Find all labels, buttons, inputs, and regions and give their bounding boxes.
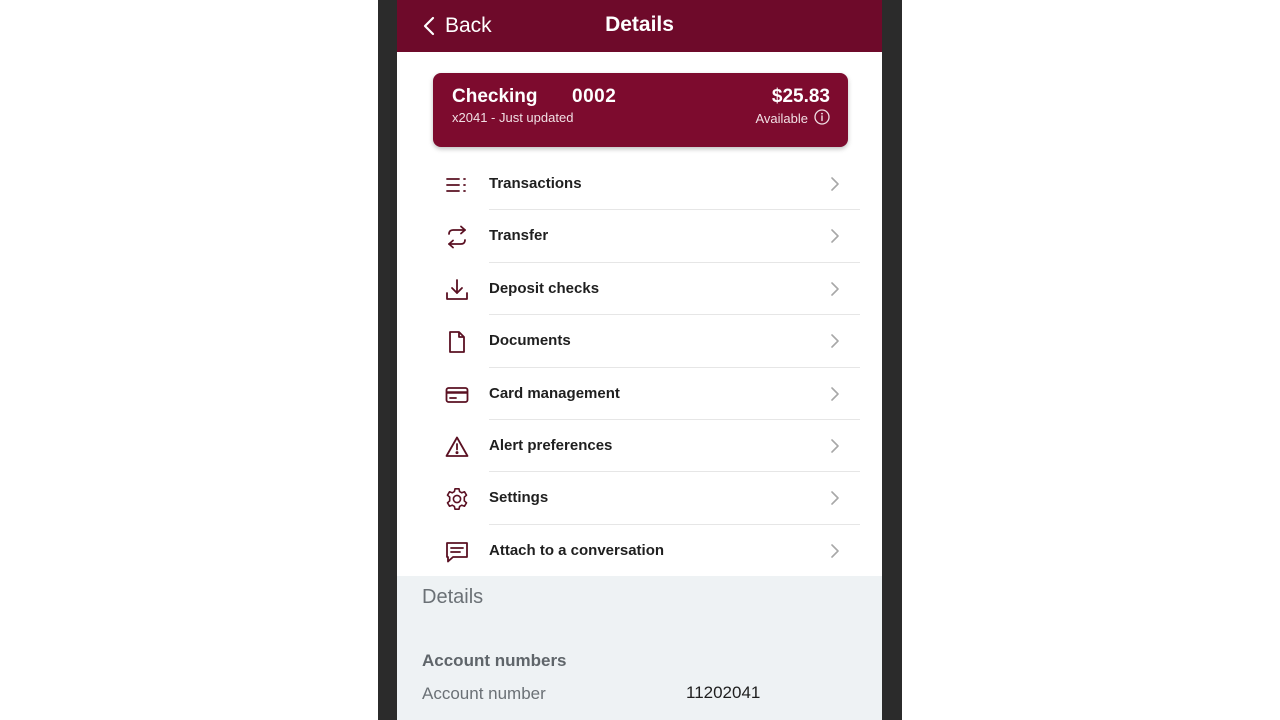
phone-screen: Back Details Checking 0002 x2041 - Just … bbox=[397, 0, 882, 720]
chevron-right-icon bbox=[830, 491, 840, 506]
transfer-icon bbox=[445, 225, 469, 249]
phone-bezel-left bbox=[378, 0, 397, 720]
chevron-right-icon bbox=[830, 281, 840, 296]
account-subtitle: x2041 - Just updated bbox=[452, 110, 574, 125]
top-nav-bar: Back Details bbox=[397, 0, 882, 52]
account-number-label: Account number bbox=[422, 684, 546, 703]
chevron-right-icon bbox=[830, 543, 840, 558]
account-card[interactable]: Checking 0002 x2041 - Just updated $25.8… bbox=[433, 73, 848, 147]
account-suffix: 0002 bbox=[572, 86, 617, 107]
menu-item-card-management[interactable]: Card management bbox=[397, 368, 882, 420]
phone-bezel-right bbox=[882, 0, 902, 720]
details-section: Details Account numbers Account number 1… bbox=[397, 576, 882, 720]
chevron-right-icon bbox=[830, 177, 840, 191]
info-icon[interactable] bbox=[814, 109, 830, 128]
back-button[interactable]: Back bbox=[423, 9, 492, 43]
chevron-right-icon bbox=[830, 229, 840, 244]
account-actions-menu: Transactions Transfer Deposit checks Doc… bbox=[397, 158, 882, 577]
chat-icon bbox=[445, 540, 469, 564]
menu-item-label: Deposit checks bbox=[489, 279, 600, 297]
available-label-text: Available bbox=[755, 111, 808, 126]
page: Back Details Checking 0002 x2041 - Just … bbox=[0, 0, 1280, 720]
menu-item-settings[interactable]: Settings bbox=[397, 472, 882, 525]
menu-item-label: Settings bbox=[489, 489, 549, 507]
chevron-left-icon bbox=[423, 16, 435, 36]
menu-item-attach-conversation[interactable]: Attach to a conversation bbox=[397, 525, 882, 577]
menu-item-documents[interactable]: Documents bbox=[397, 315, 882, 368]
menu-item-label: Card management bbox=[489, 384, 620, 402]
menu-item-label: Documents bbox=[489, 332, 571, 350]
available-balance-label: Available bbox=[755, 109, 830, 128]
menu-item-label: Alert preferences bbox=[489, 436, 613, 454]
menu-item-transfer[interactable]: Transfer bbox=[397, 210, 882, 263]
credit-card-icon bbox=[445, 383, 469, 407]
account-balance: $25.83 bbox=[771, 86, 830, 107]
account-number-value: 11202041 bbox=[686, 683, 761, 702]
menu-item-alert-preferences[interactable]: Alert preferences bbox=[397, 420, 882, 473]
menu-item-deposit-checks[interactable]: Deposit checks bbox=[397, 263, 882, 316]
chevron-right-icon bbox=[830, 386, 840, 401]
back-button-label: Back bbox=[445, 14, 492, 37]
account-numbers-heading: Account numbers bbox=[422, 651, 567, 670]
download-icon bbox=[445, 278, 469, 302]
warning-icon bbox=[445, 435, 469, 459]
document-icon bbox=[445, 330, 469, 354]
list-icon bbox=[445, 173, 469, 197]
gear-icon bbox=[445, 487, 469, 511]
menu-item-label: Attach to a conversation bbox=[489, 541, 665, 559]
details-heading: Details bbox=[422, 586, 484, 608]
chevron-right-icon bbox=[830, 334, 840, 348]
menu-item-transactions[interactable]: Transactions bbox=[397, 158, 882, 211]
account-name: Checking bbox=[452, 86, 538, 107]
menu-item-label: Transactions bbox=[489, 175, 582, 192]
menu-item-label: Transfer bbox=[489, 227, 549, 245]
chevron-right-icon bbox=[830, 439, 840, 453]
